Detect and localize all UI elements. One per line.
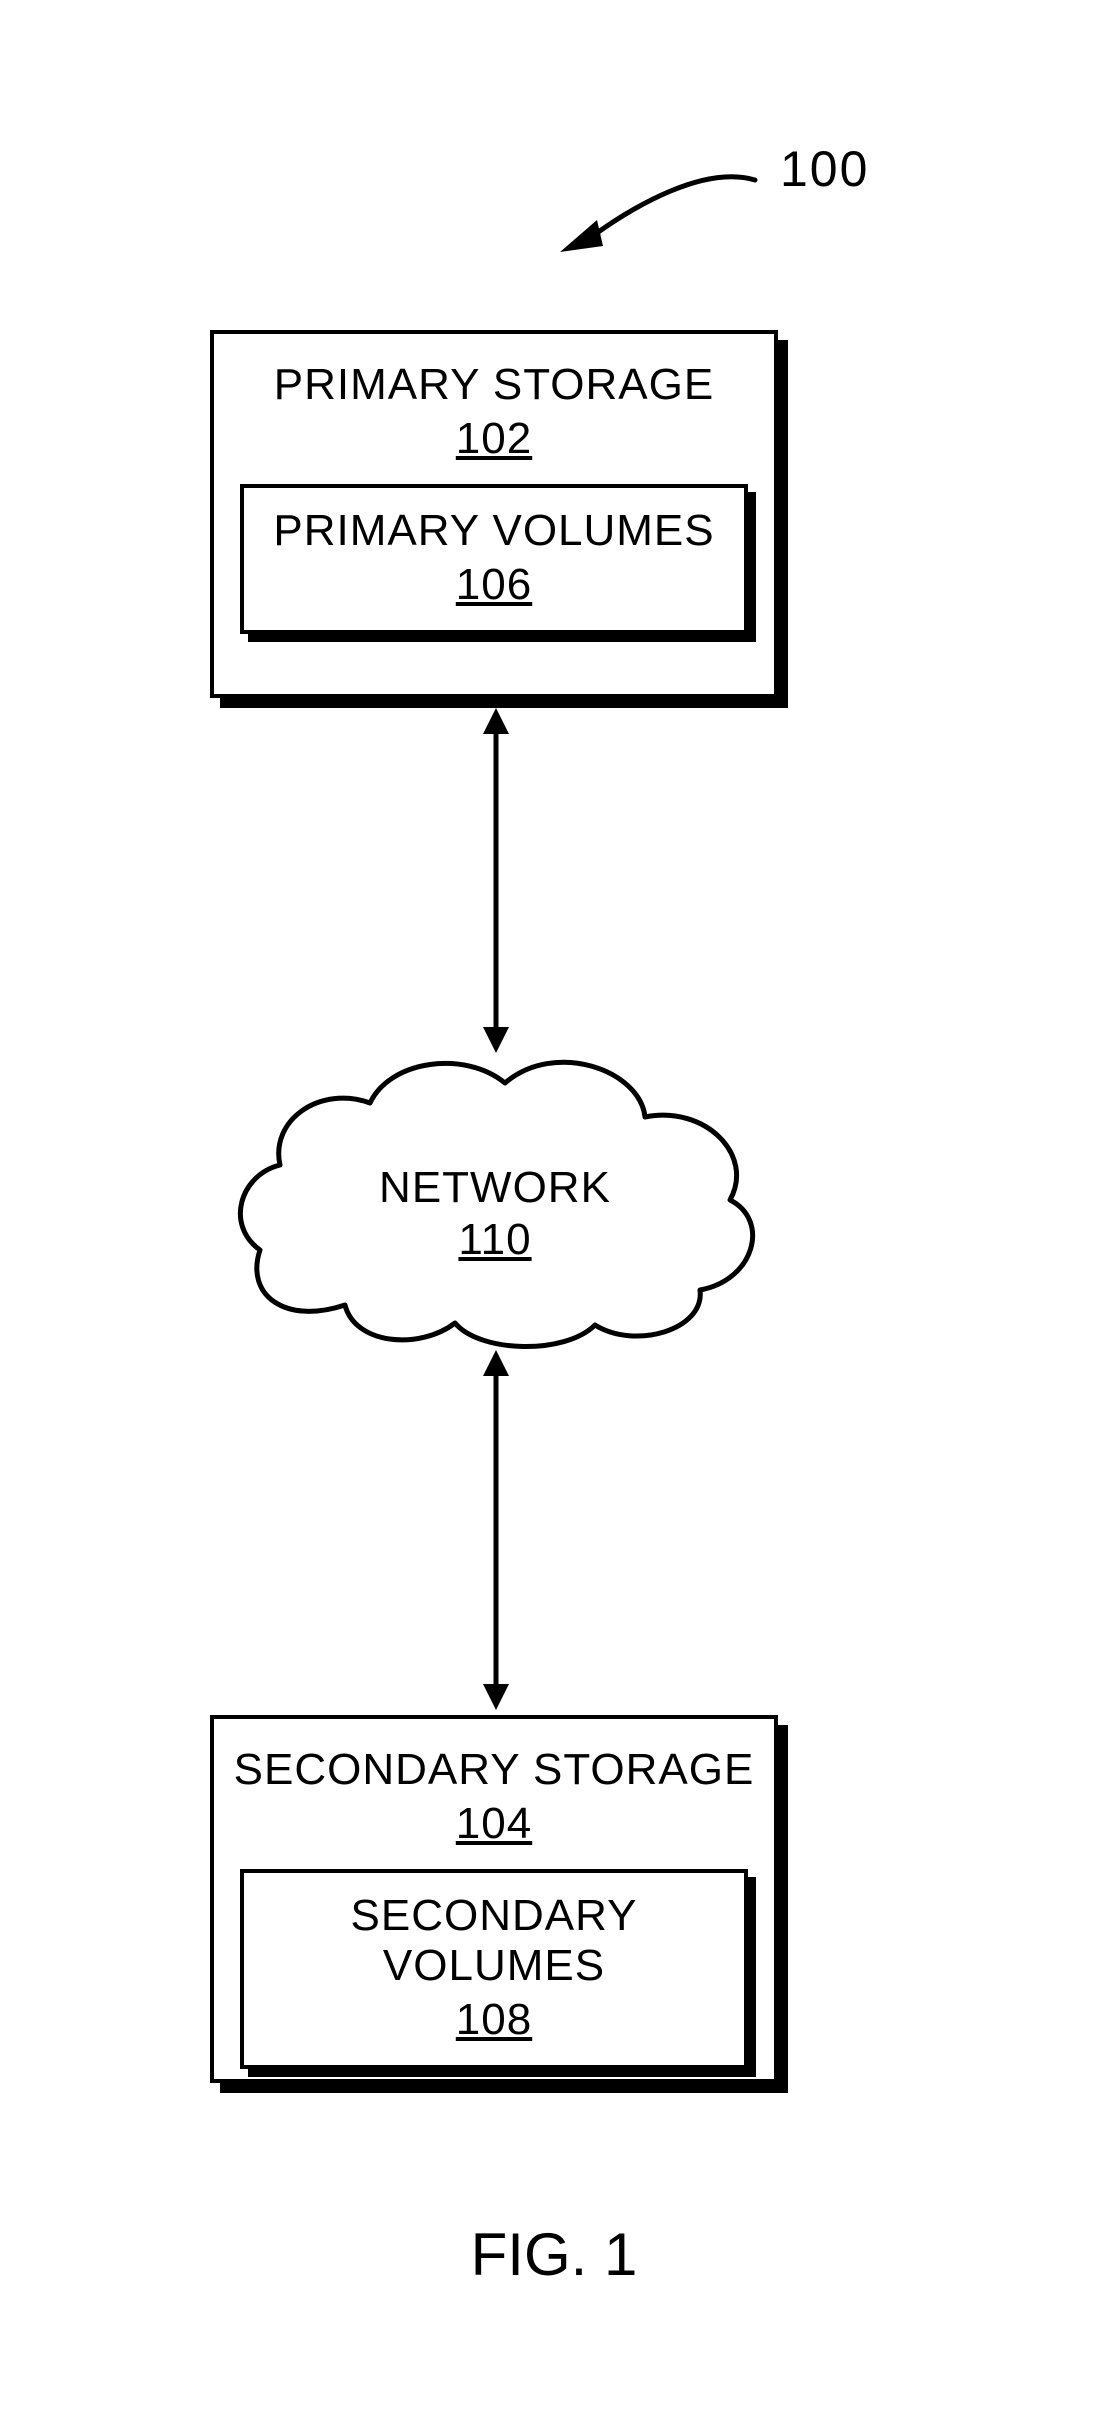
- secondary-volumes-title: SECONDARY VOLUMES: [351, 1891, 638, 1990]
- network-label: NETWORK 110: [225, 1163, 765, 1265]
- figure-reference-arrow: [555, 160, 760, 260]
- primary-storage-title-text: PRIMARY STORAGE: [274, 360, 714, 409]
- network-number: 110: [225, 1215, 765, 1265]
- arrow-network-secondary: [483, 1350, 509, 1710]
- primary-volumes-number: 106: [254, 560, 734, 610]
- figure-caption: FIG. 1: [0, 2220, 1108, 2289]
- primary-storage-title: PRIMARY STORAGE 102: [214, 334, 774, 464]
- primary-storage-number: 102: [214, 414, 774, 464]
- primary-storage-box: PRIMARY STORAGE 102 PRIMARY VOLUMES 106: [210, 330, 778, 698]
- secondary-storage-title-text: SECONDARY STORAGE: [234, 1745, 755, 1794]
- arrow-primary-network: [483, 708, 509, 1053]
- secondary-storage-title: SECONDARY STORAGE 104: [214, 1719, 774, 1849]
- secondary-storage-box: SECONDARY STORAGE 104 SECONDARY VOLUMES …: [210, 1715, 778, 2083]
- secondary-storage-number: 104: [214, 1799, 774, 1849]
- figure-reference-number: 100: [780, 140, 869, 198]
- secondary-volumes-box: SECONDARY VOLUMES 108: [240, 1869, 748, 2069]
- network-cloud: NETWORK 110: [225, 1045, 765, 1355]
- secondary-volumes-number: 108: [254, 1995, 734, 2045]
- primary-volumes-title: PRIMARY VOLUMES: [273, 506, 714, 555]
- network-title: NETWORK: [379, 1163, 611, 1212]
- figure-1: 100 PRIMARY STORAGE 102 PRIMARY VOLUMES …: [0, 0, 1108, 2422]
- primary-volumes-box: PRIMARY VOLUMES 106: [240, 484, 748, 634]
